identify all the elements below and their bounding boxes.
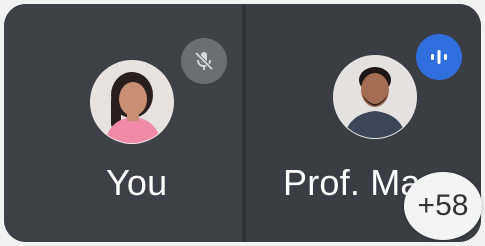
- more-participants-button[interactable]: +58: [404, 172, 482, 240]
- mic-off-icon: [181, 38, 227, 84]
- avatar-image: [334, 56, 416, 138]
- audio-wave-icon: [416, 34, 462, 80]
- avatar: [333, 55, 417, 139]
- avatar-image: [91, 61, 173, 143]
- participant-name: You: [106, 162, 168, 203]
- participant-tile-you[interactable]: You: [4, 4, 242, 242]
- avatar: [90, 60, 174, 144]
